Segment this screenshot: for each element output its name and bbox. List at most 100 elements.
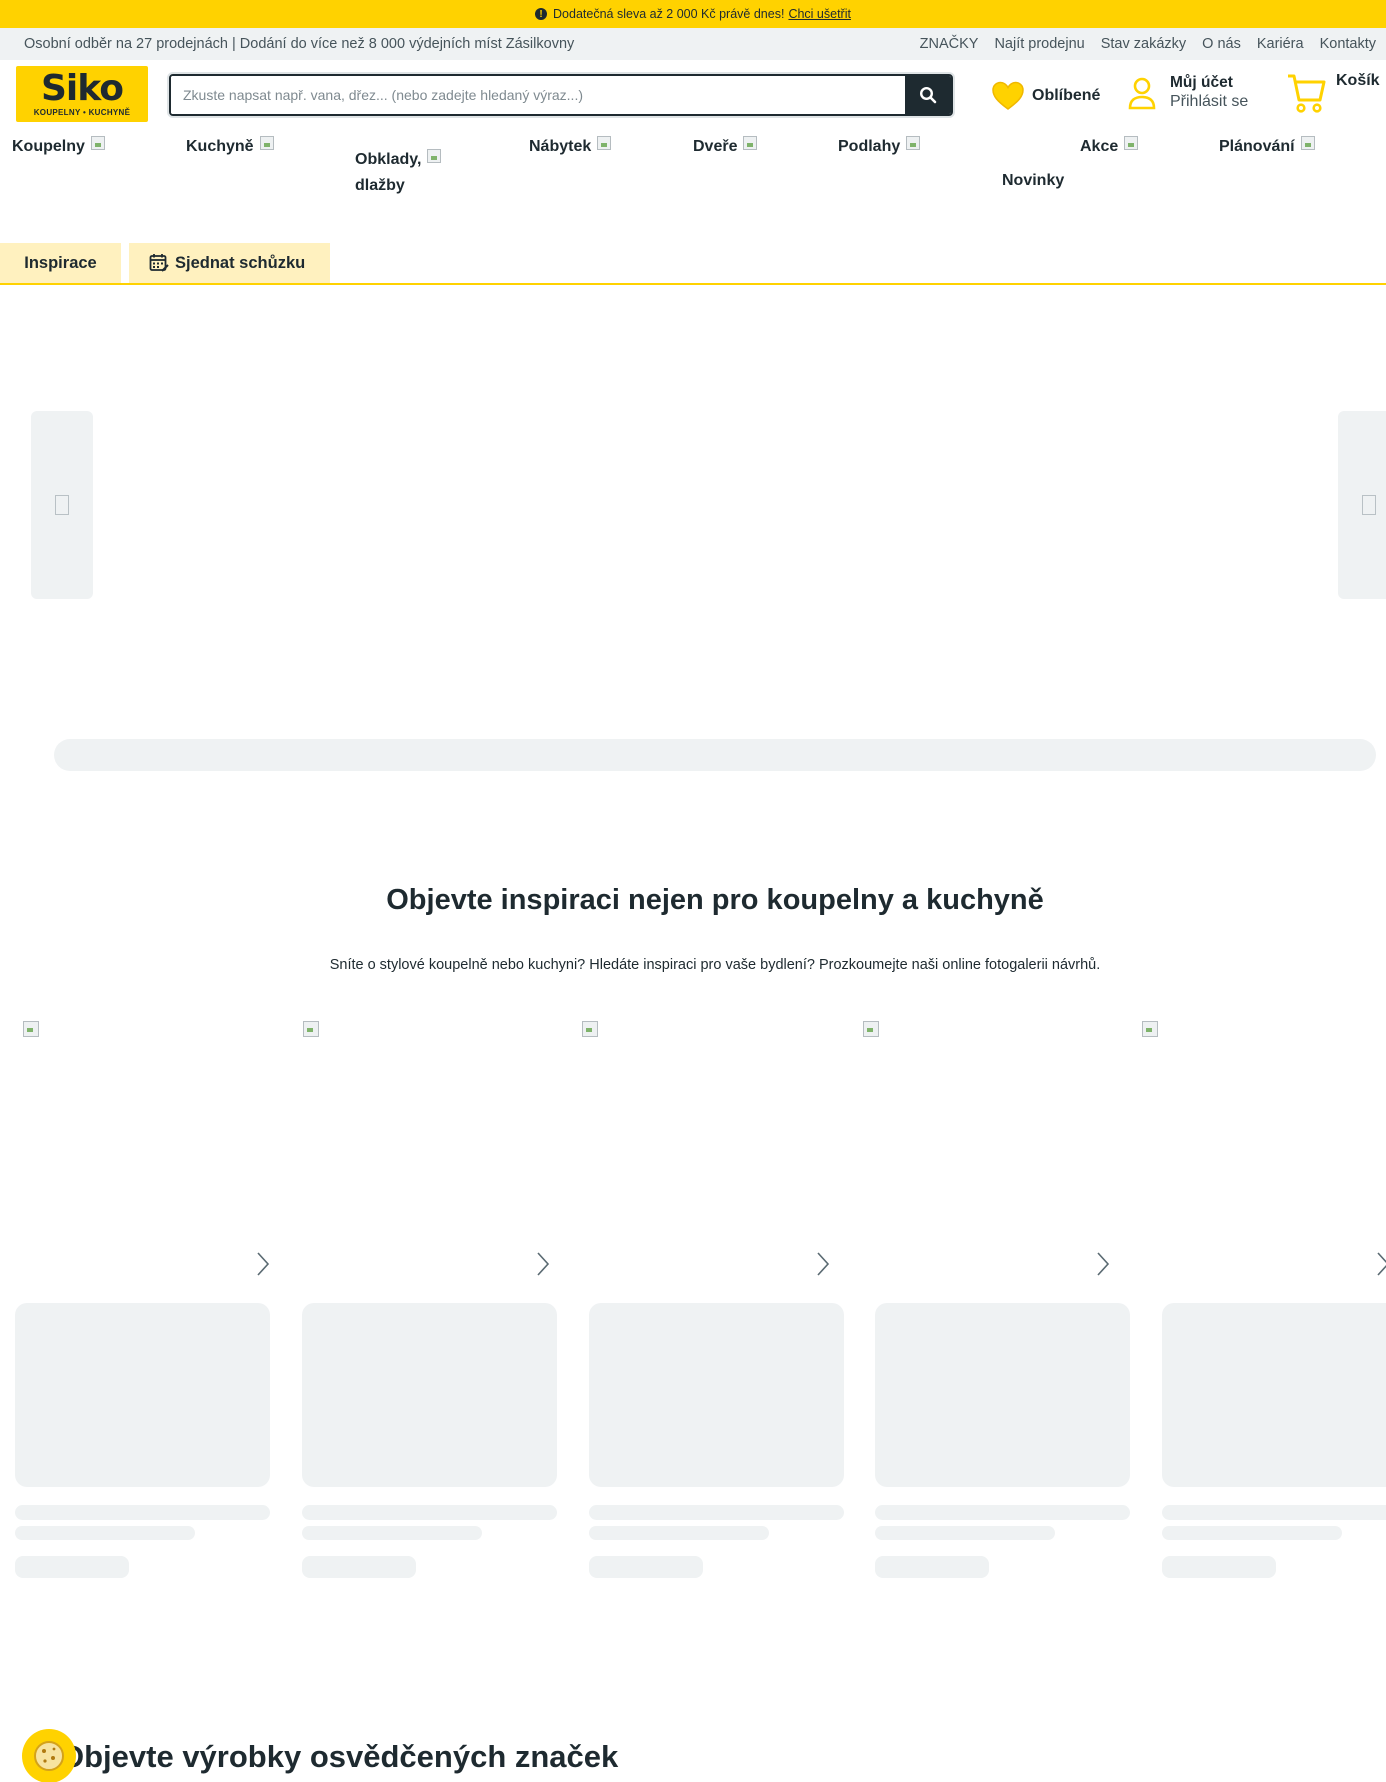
- promo-link[interactable]: Chci ušetřit: [788, 7, 851, 21]
- link-brands[interactable]: ZNAČKY: [920, 36, 979, 52]
- cart-icon: [1288, 74, 1326, 113]
- chevron-right-icon[interactable]: [256, 1251, 270, 1277]
- logo-tagline: KOUPELNY • KUCHYNĚ: [33, 108, 131, 117]
- nav-label: Plánování: [1219, 138, 1295, 155]
- product-subtitle-skeleton: [875, 1526, 1055, 1540]
- promo-text: Dodatečná sleva až 2 000 Kč právě dnes!: [553, 7, 785, 21]
- nav-label: Kuchyně: [186, 138, 254, 155]
- search-icon: [919, 86, 937, 104]
- product-price-skeleton: [589, 1556, 703, 1578]
- tab-label: Inspirace: [24, 253, 97, 272]
- chevron-left-icon: [55, 495, 69, 515]
- nav-label: Nábytek: [529, 138, 592, 155]
- search-input[interactable]: [171, 76, 905, 114]
- inspiration-image-2[interactable]: [303, 1021, 319, 1037]
- chevron-right-icon[interactable]: [816, 1251, 830, 1277]
- product-subtitle-skeleton: [589, 1526, 769, 1540]
- product-subtitle-skeleton: [302, 1526, 482, 1540]
- nav-label: Akce: [1080, 138, 1119, 155]
- chevron-right-icon[interactable]: [1376, 1251, 1386, 1277]
- nav-label: Dveře: [693, 138, 738, 155]
- nav-planovani[interactable]: Plánování: [1219, 134, 1315, 160]
- link-find-store[interactable]: Najít prodejnu: [994, 36, 1084, 52]
- search-button[interactable]: [905, 76, 951, 114]
- heart-icon: [992, 81, 1024, 110]
- nav-nabytek[interactable]: Nábytek: [529, 134, 612, 160]
- favorites-label: Oblíbené: [1032, 87, 1101, 104]
- link-about[interactable]: O nás: [1202, 36, 1241, 52]
- image-placeholder-icon: [1300, 136, 1315, 150]
- image-placeholder-icon: [259, 136, 274, 150]
- tab-inspirace[interactable]: Inspirace: [0, 243, 121, 283]
- product-subtitle-skeleton: [1162, 1526, 1342, 1540]
- cart-label: Košík: [1336, 72, 1380, 89]
- nav-akce[interactable]: Akce: [1080, 134, 1139, 160]
- carousel-next-button[interactable]: [1338, 411, 1386, 599]
- nav-novinky[interactable]: Novinky: [1002, 168, 1064, 194]
- account-title: Můj účet: [1170, 74, 1233, 91]
- product-price-skeleton: [875, 1556, 989, 1578]
- product-title-skeleton: [302, 1505, 557, 1520]
- product-price-skeleton: [15, 1556, 129, 1578]
- brands-title: Objevte výrobky osvědčených značek: [60, 1739, 619, 1774]
- chevron-right-icon[interactable]: [536, 1251, 550, 1277]
- inspiration-description: Sníte o stylové koupelně nebo kuchyni? H…: [329, 957, 1101, 973]
- product-card-skeleton: [875, 1303, 1130, 1487]
- product-title-skeleton: [15, 1505, 270, 1520]
- inspiration-title: Objevte inspiraci nejen pro koupelny a k…: [386, 884, 1044, 916]
- inspiration-image-1[interactable]: [23, 1021, 39, 1037]
- nav-obklady-dlazby[interactable]: Obklady, dlažby: [355, 147, 442, 199]
- link-career[interactable]: Kariéra: [1257, 36, 1304, 52]
- link-contacts[interactable]: Kontakty: [1320, 36, 1376, 52]
- product-card-skeleton: [589, 1303, 844, 1487]
- logo-wordmark: Siko: [41, 68, 124, 109]
- image-placeholder-icon: [1124, 136, 1139, 150]
- service-bar: Osobní odběr na 27 prodejnách | Dodání d…: [0, 28, 1386, 60]
- product-card-skeleton: [302, 1303, 557, 1487]
- tab-label: Sjednat schůzku: [175, 253, 306, 272]
- inspiration-image-5[interactable]: [1142, 1021, 1158, 1037]
- siko-logo[interactable]: Siko KOUPELNY • KUCHYNĚ: [16, 66, 148, 122]
- cookie-settings-button[interactable]: [22, 1729, 76, 1782]
- account-button[interactable]: Můj účet Přihlásit se: [1126, 74, 1248, 112]
- nav-label: Obklady,: [355, 151, 422, 168]
- product-title-skeleton: [875, 1505, 1130, 1520]
- cart-button[interactable]: Košík: [1286, 72, 1380, 114]
- inspiration-image-3[interactable]: [582, 1021, 598, 1037]
- nav-label: Koupelny: [12, 138, 85, 155]
- image-placeholder-icon: [906, 136, 921, 150]
- nav-label: Podlahy: [838, 138, 901, 155]
- promo-bar: ! Dodatečná sleva až 2 000 Kč právě dnes…: [0, 0, 1386, 28]
- nav-kuchyne[interactable]: Kuchyně: [186, 134, 274, 160]
- image-placeholder-icon: [597, 136, 612, 150]
- product-subtitle-skeleton: [15, 1526, 195, 1540]
- nav-label-line2: dlažby: [355, 177, 405, 194]
- info-icon: !: [535, 8, 548, 20]
- carousel-prev-button[interactable]: [31, 411, 93, 599]
- chevron-right-icon[interactable]: [1096, 1251, 1110, 1277]
- calendar-icon: [149, 254, 169, 272]
- nav-koupelny[interactable]: Koupelny: [12, 134, 105, 160]
- product-title-skeleton: [589, 1505, 844, 1520]
- service-links: ZNAČKY Najít prodejnu Stav zakázky O nás…: [920, 36, 1376, 52]
- product-price-skeleton: [1162, 1556, 1276, 1578]
- nav-label: Novinky: [1002, 172, 1065, 189]
- nav-podlahy[interactable]: Podlahy: [838, 134, 921, 160]
- favorites-button[interactable]: Oblíbené: [990, 80, 1100, 112]
- tab-sjednat-schuzku[interactable]: Sjednat schůzku: [129, 243, 330, 283]
- product-price-skeleton: [302, 1556, 416, 1578]
- image-placeholder-icon: [743, 136, 758, 150]
- nav-dvere[interactable]: Dveře: [693, 134, 758, 160]
- user-icon: [1128, 77, 1156, 110]
- image-placeholder-icon: [427, 149, 442, 163]
- inspiration-image-4[interactable]: [863, 1021, 879, 1037]
- cookie-icon: [34, 1741, 64, 1771]
- chevron-right-icon: [1362, 495, 1376, 515]
- link-order-status[interactable]: Stav zakázky: [1101, 36, 1186, 52]
- product-title-skeleton: [1162, 1505, 1386, 1520]
- search-bar: [169, 74, 953, 116]
- login-link[interactable]: Přihlásit se: [1170, 92, 1248, 112]
- tabs-underline: [0, 283, 1386, 285]
- product-card-skeleton: [1162, 1303, 1386, 1487]
- image-placeholder-icon: [90, 136, 105, 150]
